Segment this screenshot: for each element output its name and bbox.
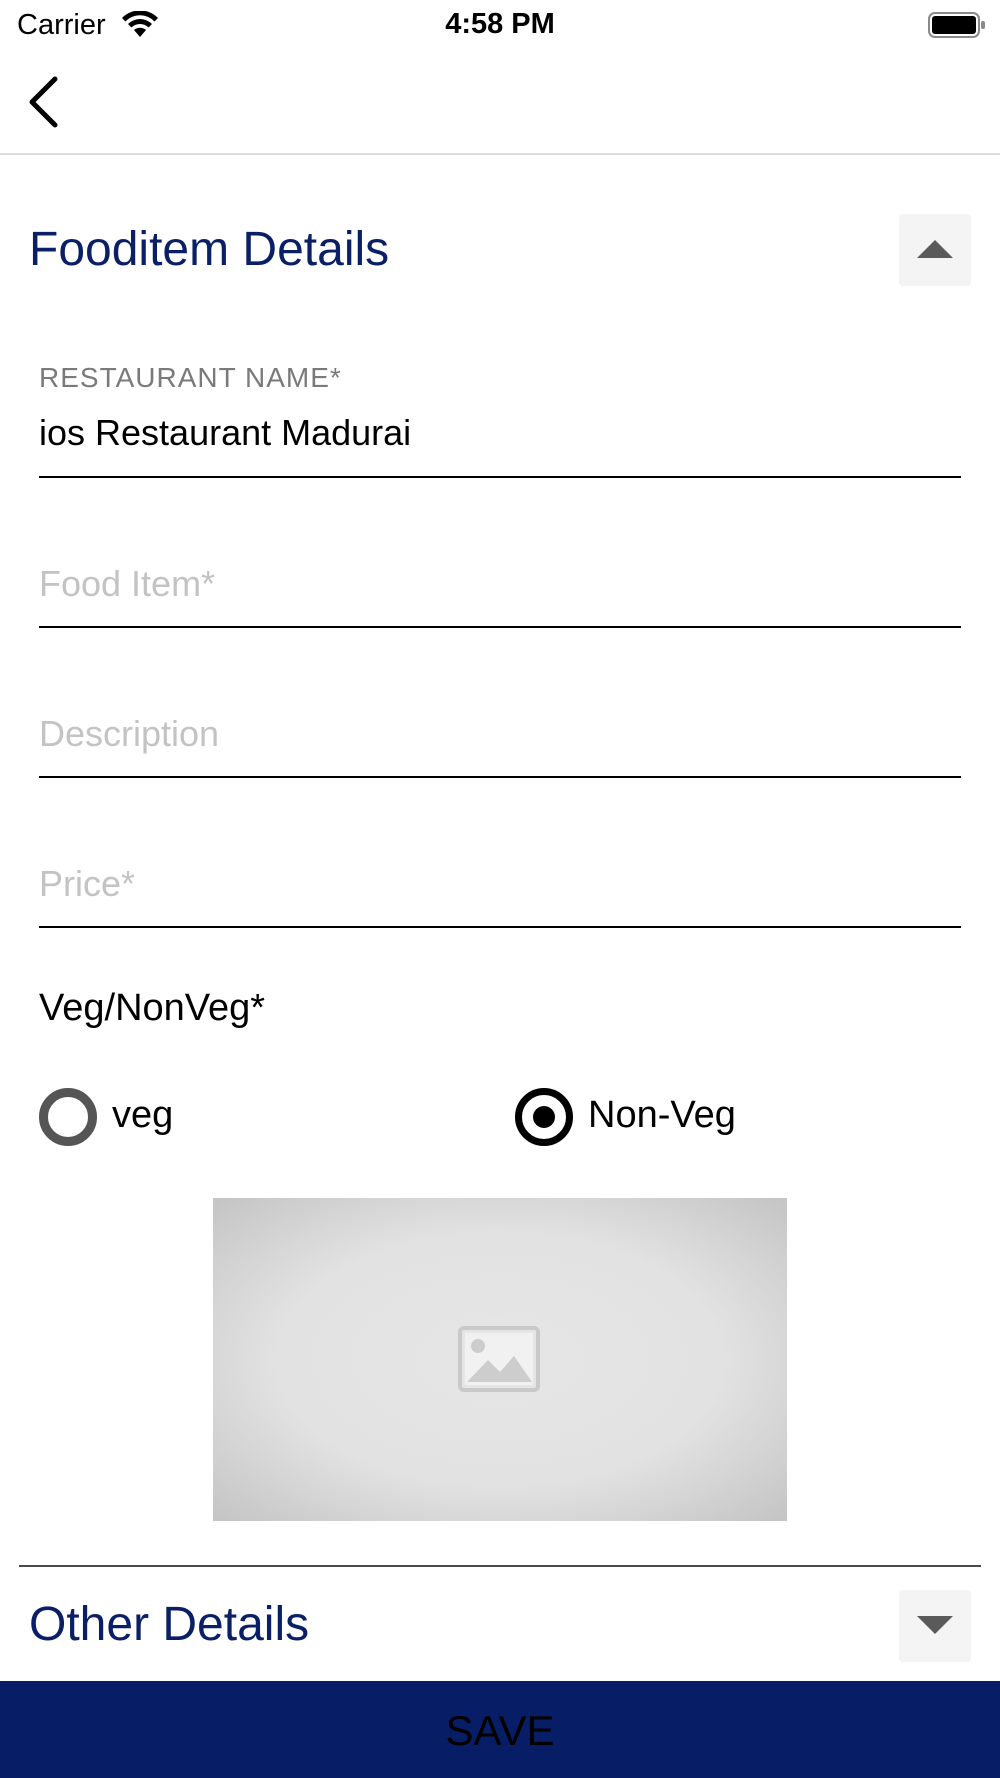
- other-details-title: Other Details: [29, 1598, 310, 1651]
- restaurant-name-label: RESTAURANT NAME*: [39, 362, 342, 393]
- chevron-left-icon: [29, 76, 58, 128]
- collapse-fooditem-button[interactable]: [899, 214, 971, 286]
- save-button[interactable]: SAVE: [0, 1681, 1000, 1778]
- restaurant-name-field[interactable]: RESTAURANT NAME* ios Restaurant Madurai: [39, 360, 961, 478]
- radio-checked-icon: [515, 1088, 573, 1146]
- section-divider: [19, 1565, 981, 1567]
- expand-other-details-button[interactable]: [899, 1590, 971, 1662]
- save-button-label: SAVE: [445, 1707, 555, 1754]
- status-time: 4:58 PM: [445, 8, 555, 40]
- description-input[interactable]: Description: [39, 710, 961, 778]
- food-item-placeholder: Food Item*: [39, 563, 216, 604]
- navigation-bar: [0, 50, 1000, 155]
- description-placeholder: Description: [39, 713, 220, 754]
- restaurant-name-value: ios Restaurant Madurai: [39, 412, 412, 453]
- food-item-input[interactable]: Food Item*: [39, 560, 961, 628]
- fooditem-details-title: Fooditem Details: [29, 223, 390, 276]
- caret-up-icon: [917, 240, 953, 258]
- veg-radio[interactable]: veg: [39, 1088, 239, 1146]
- non-veg-radio-label: Non-Veg: [588, 1094, 736, 1136]
- image-icon: [458, 1326, 540, 1392]
- caret-down-icon: [917, 1616, 953, 1634]
- back-button[interactable]: [22, 74, 66, 130]
- battery-icon: [928, 12, 985, 38]
- veg-nonveg-label: Veg/NonVeg*: [39, 987, 266, 1029]
- veg-radio-label: veg: [112, 1094, 174, 1136]
- price-input[interactable]: Price*: [39, 860, 961, 928]
- non-veg-radio[interactable]: Non-Veg: [515, 1088, 775, 1146]
- status-bar: Carrier 4:58 PM: [0, 0, 1000, 50]
- radio-unchecked-icon: [39, 1088, 97, 1146]
- food-image-picker[interactable]: [213, 1198, 787, 1521]
- price-placeholder: Price*: [39, 863, 136, 904]
